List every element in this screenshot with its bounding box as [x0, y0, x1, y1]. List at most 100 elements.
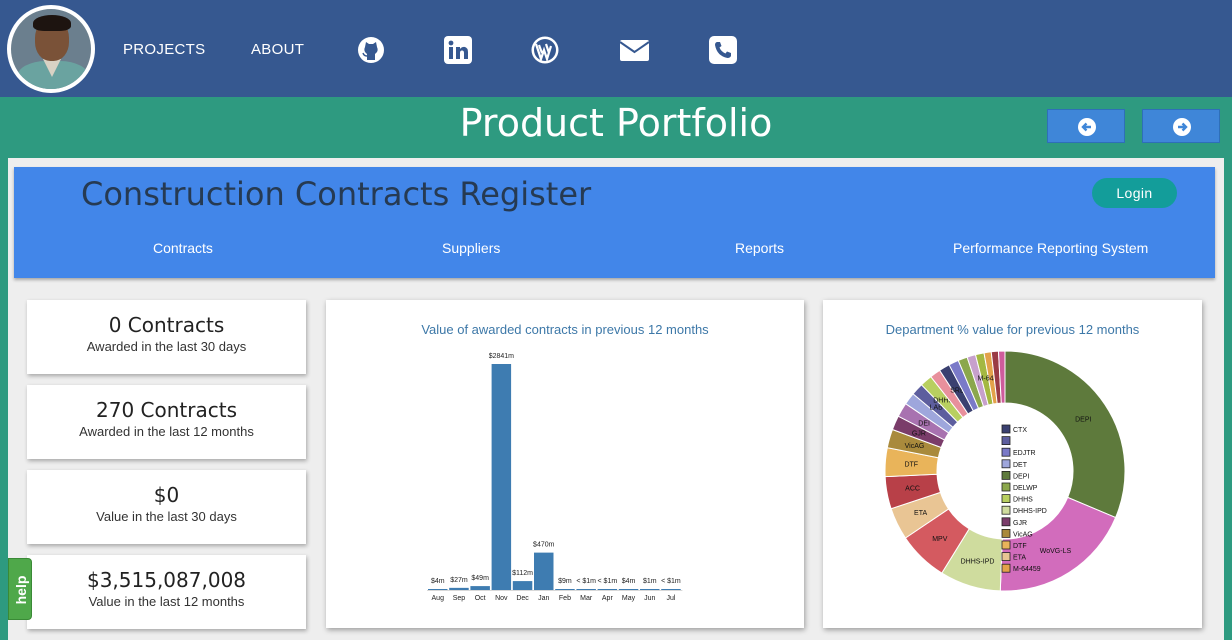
slice-label: DEPI [1075, 416, 1091, 423]
legend-swatch [1001, 459, 1011, 469]
stat-value: 0 Contracts [108, 313, 225, 337]
bar-aug [428, 589, 448, 590]
stat-caption: Awarded in the last 30 days [86, 339, 247, 354]
legend-swatch [1001, 470, 1011, 480]
x-tick-label: Jun [644, 595, 655, 602]
legend-label: DHHS-IPD [1013, 508, 1047, 515]
email-icon[interactable] [619, 35, 649, 65]
bar-nov [491, 364, 512, 590]
legend-swatch [1001, 482, 1011, 492]
stat-value: $0 [153, 483, 180, 507]
legend-label: M-64459 [1013, 566, 1041, 573]
legend-label: DELWP [1013, 485, 1038, 492]
bar-value-label: $27m [450, 577, 468, 584]
stat-value: $3,515,087,008 [86, 568, 247, 592]
nav-reports[interactable]: Reports [735, 240, 784, 256]
legend-swatch [1001, 436, 1011, 446]
x-tick-label: Apr [602, 595, 614, 602]
legend-swatch [1001, 424, 1011, 434]
app-preview-frame: Construction Contracts Register Login Co… [8, 158, 1224, 640]
slice-label: DHHS-IPD [961, 558, 995, 565]
legend-label: DET [1013, 462, 1028, 469]
legend-label: DHHS [1013, 497, 1033, 504]
stat-caption: Value in the last 30 days [96, 509, 237, 524]
bar-mar [576, 589, 596, 590]
legend-swatch [1001, 447, 1011, 457]
slice-label: ACC [905, 486, 920, 493]
github-icon[interactable] [356, 35, 386, 65]
x-tick-label: Jul [666, 595, 675, 602]
help-label: help [13, 575, 29, 605]
slice-label: GJR [912, 431, 926, 438]
slice-label: MPV [932, 536, 948, 543]
slice-label: VicAG [905, 443, 925, 450]
bar-value-label: < $1m [598, 578, 618, 585]
legend-swatch [1001, 517, 1011, 527]
stat-card-contracts-30d: 0 Contracts Awarded in the last 30 days [27, 300, 306, 374]
bar-dec [512, 581, 533, 590]
legend-swatch [1001, 505, 1011, 515]
slice-label: ETA [914, 510, 927, 517]
bar-value-label: $4m [622, 578, 636, 585]
login-button[interactable]: Login [1092, 178, 1177, 208]
phone-icon[interactable] [708, 35, 738, 65]
stat-caption: Awarded in the last 12 months [79, 424, 254, 439]
nav-projects-link[interactable]: PROJECTS [123, 41, 205, 58]
stat-card-contracts-12m: 270 Contracts Awarded in the last 12 mon… [27, 385, 306, 459]
slice-label: WoVG-LS [1040, 548, 1072, 555]
legend-swatch [1001, 540, 1011, 550]
portfolio-banner: Product Portfolio [0, 97, 1232, 158]
legend-swatch [1001, 494, 1011, 504]
bar-jan [534, 552, 554, 590]
legend-label: DEPI [1013, 473, 1029, 480]
legend-label: VicAG [1013, 531, 1033, 538]
x-tick-label: Nov [495, 595, 508, 602]
x-tick-label: Jan [538, 595, 549, 602]
donut-chart: DEPI WoVG-LS DHHS-IPD MPV ETA ACC DTF VicAG GJR D… [884, 350, 1126, 592]
x-tick-label: Mar [580, 595, 593, 602]
bar-value-label: $2841m [489, 353, 514, 360]
bar-sep [449, 587, 469, 590]
profile-avatar[interactable] [7, 5, 95, 93]
bar-value-label: $112m [512, 570, 533, 577]
legend-swatch [1001, 563, 1011, 573]
help-tab[interactable]: help [8, 558, 32, 620]
bar-value-label: < $1m [576, 578, 596, 585]
donut-slice [1004, 350, 1126, 519]
x-tick-label: Aug [432, 595, 445, 602]
pie-chart-card: Department % value for previous 12 month… [823, 300, 1202, 628]
stat-value: 270 Contracts [96, 398, 237, 422]
wordpress-icon[interactable] [530, 35, 560, 65]
nav-contracts[interactable]: Contracts [153, 240, 213, 256]
legend-label: EDJTR [1013, 450, 1036, 457]
slice-label: DTF [904, 462, 918, 469]
nav-suppliers[interactable]: Suppliers [442, 240, 500, 256]
nav-about-link[interactable]: ABOUT [251, 41, 304, 58]
avatar-hair [33, 15, 71, 31]
stat-card-value-30d: $0 Value in the last 30 days [27, 470, 306, 544]
stat-caption: Value in the last 12 months [88, 594, 245, 609]
nav-performance-reporting[interactable]: Performance Reporting System [953, 240, 1148, 256]
x-tick-label: May [622, 595, 636, 602]
legend-label: GJR [1013, 520, 1027, 527]
bar-apr [597, 589, 618, 590]
arrow-right-icon [1173, 118, 1191, 136]
bar-value-label: < $1m [661, 578, 681, 585]
bar-value-label: $49m [471, 575, 489, 582]
bar-chart-title: Value of awarded contracts in previous 1… [421, 322, 709, 337]
top-navbar: PROJECTS ABOUT [0, 0, 1232, 97]
app-header: Construction Contracts Register Login Co… [14, 167, 1215, 278]
slice-label: DEI [918, 421, 930, 428]
bar-jul [661, 589, 681, 590]
bar-oct [470, 586, 490, 590]
next-button[interactable] [1142, 109, 1220, 143]
app-title: Construction Contracts Register [81, 175, 592, 213]
bar-feb [555, 589, 575, 590]
legend-label: CTX [1013, 427, 1027, 434]
bar-chart-card: Value of awarded contracts in previous 1… [326, 300, 804, 628]
linkedin-icon[interactable] [443, 35, 473, 65]
x-tick-label: Dec [516, 595, 529, 602]
x-tick-label: Oct [475, 595, 486, 602]
bar-jun [640, 589, 660, 590]
previous-button[interactable] [1047, 109, 1125, 143]
